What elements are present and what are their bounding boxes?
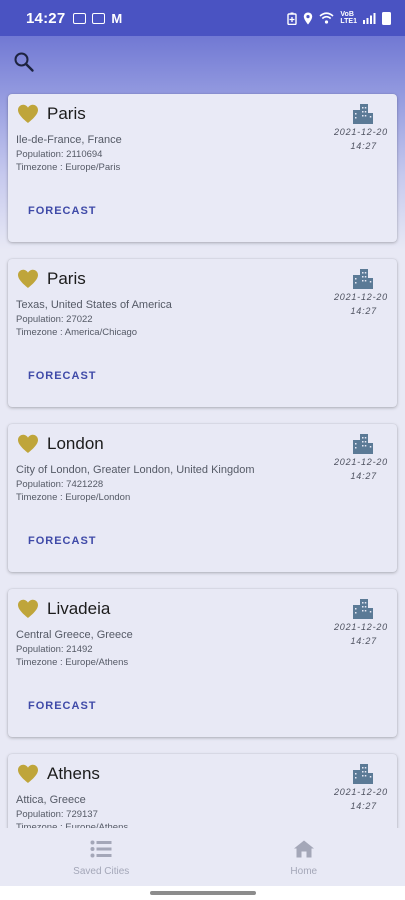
forecast-button[interactable]: FORECAST xyxy=(28,205,97,217)
building-icon xyxy=(352,599,374,619)
updated-time: 14:27 xyxy=(350,306,377,316)
city-card[interactable]: Paris Texas, United States of America Po… xyxy=(8,259,397,407)
status-right-icons: VoB LTE1 xyxy=(287,11,391,25)
city-name: London xyxy=(47,434,104,453)
saved-cities-list[interactable]: Paris Ile-de-France, France Population: … xyxy=(0,88,405,828)
favorite-button[interactable] xyxy=(17,104,39,124)
city-card[interactable]: Paris Ile-de-France, France Population: … xyxy=(8,94,397,242)
updated-time: 14:27 xyxy=(350,471,377,481)
forecast-button[interactable]: FORECAST xyxy=(28,370,97,382)
signal-icon xyxy=(363,13,376,24)
forecast-button[interactable]: FORECAST xyxy=(28,535,97,547)
lte-label: LTE1 xyxy=(340,18,357,25)
location-icon xyxy=(304,12,313,24)
city-region: City of London, Greater London, United K… xyxy=(16,464,255,476)
list-icon xyxy=(90,840,112,858)
city-name: Athens xyxy=(47,764,100,783)
search-button[interactable] xyxy=(12,50,36,74)
status-time: 14:27 xyxy=(26,9,66,27)
nav-home[interactable]: Home xyxy=(203,832,405,886)
gesture-handle[interactable] xyxy=(150,891,256,895)
favorite-button[interactable] xyxy=(17,434,39,454)
gmail-icon: M xyxy=(111,10,123,26)
updated-time: 14:27 xyxy=(350,801,377,811)
home-icon xyxy=(293,840,314,858)
image-icon xyxy=(73,12,87,24)
city-card[interactable]: Livadeia Central Greece, Greece Populati… xyxy=(8,589,397,737)
volte-icon: VoB LTE1 xyxy=(340,11,357,25)
city-name: Livadeia xyxy=(47,599,111,618)
city-region: Central Greece, Greece xyxy=(16,629,133,641)
building-icon xyxy=(352,764,374,784)
city-population: Population: 21492 xyxy=(16,644,93,655)
battery-icon xyxy=(382,11,391,25)
heart-icon xyxy=(18,269,38,288)
heart-icon xyxy=(18,764,38,783)
updated-date: 2021-12-20 xyxy=(333,292,388,302)
volte-label: VoB xyxy=(340,11,354,18)
city-population: Population: 7421228 xyxy=(16,479,104,490)
building-icon xyxy=(352,104,374,124)
updated-time: 14:27 xyxy=(350,636,377,646)
city-timezone: Timezone : Europe/London xyxy=(16,492,131,503)
favorite-button[interactable] xyxy=(17,599,39,619)
forecast-button[interactable]: FORECAST xyxy=(28,700,97,712)
status-bar: 14:27 M VoB LTE1 xyxy=(0,0,405,36)
city-timezone: Timezone : Europe/Athens xyxy=(16,822,129,828)
city-timezone: Timezone : Europe/Athens xyxy=(16,657,129,668)
city-population: Population: 729137 xyxy=(16,809,98,820)
updated-date: 2021-12-20 xyxy=(333,622,388,632)
heart-icon xyxy=(18,104,38,123)
bottom-navigation: Saved Cities Home xyxy=(0,832,405,886)
city-population: Population: 2110694 xyxy=(16,149,103,160)
city-timezone: Timezone : Europe/Paris xyxy=(16,162,121,173)
city-population: Population: 27022 xyxy=(16,314,93,325)
city-card[interactable]: London City of London, Greater London, U… xyxy=(8,424,397,572)
nav-saved-cities-label: Saved Cities xyxy=(73,866,130,877)
city-region: Attica, Greece xyxy=(16,794,86,806)
updated-date: 2021-12-20 xyxy=(333,787,388,797)
updated-date: 2021-12-20 xyxy=(333,457,388,467)
updated-time: 14:27 xyxy=(350,141,377,151)
favorite-button[interactable] xyxy=(17,764,39,784)
heart-icon xyxy=(18,434,38,453)
updated-date: 2021-12-20 xyxy=(333,127,388,137)
nav-saved-cities[interactable]: Saved Cities xyxy=(0,832,203,886)
city-region: Ile-de-France, France xyxy=(16,134,122,146)
nav-home-label: Home xyxy=(290,866,318,877)
building-icon xyxy=(352,434,374,454)
favorite-button[interactable] xyxy=(17,269,39,289)
battery-saver-icon xyxy=(287,12,298,25)
search-icon xyxy=(14,52,34,72)
city-name: Paris xyxy=(47,104,86,123)
calendar-icon xyxy=(92,12,106,24)
wifi-icon xyxy=(319,12,334,24)
city-card[interactable]: Athens Attica, Greece Population: 729137… xyxy=(8,754,397,828)
status-left-icons: M xyxy=(73,11,122,26)
heart-icon xyxy=(18,599,38,618)
city-region: Texas, United States of America xyxy=(16,299,172,311)
city-name: Paris xyxy=(47,269,86,288)
city-timezone: Timezone : America/Chicago xyxy=(16,327,138,338)
building-icon xyxy=(352,269,374,289)
